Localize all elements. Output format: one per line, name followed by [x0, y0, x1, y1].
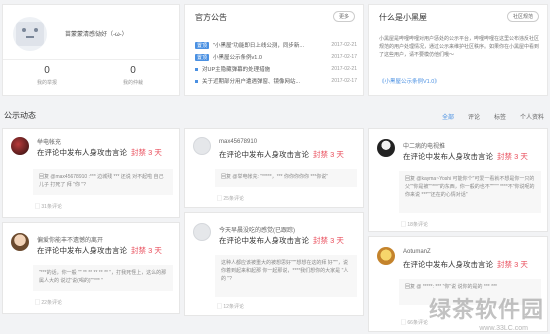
- filter-tabs: 全部 评论 标签 个人资料: [428, 112, 544, 121]
- username[interactable]: 举电帐充: [37, 137, 61, 146]
- notice-title: 对UP主隐藏弹幕的处理措施: [202, 67, 271, 73]
- notice-item[interactable]: 置顶 "小黑屋"功能即日上线公测，同步新... 2017-02-21: [195, 39, 357, 51]
- username[interactable]: max45678910: [219, 139, 257, 145]
- stat-label: 我的仲裁: [122, 80, 143, 86]
- violation-title: 在评论中发布人身攻击言论 封禁 3 天: [403, 259, 528, 270]
- notice-date: 2017-02-17: [331, 78, 357, 84]
- username[interactable]: 偏爱你能丰不遗憾的离开: [37, 235, 103, 244]
- community-rules-button[interactable]: 社区规范: [506, 11, 539, 22]
- avatar[interactable]: [377, 139, 395, 157]
- comment-count[interactable]: ▢ 18条评论: [401, 221, 428, 228]
- stat-value: 0: [44, 65, 50, 76]
- notice-title: "小黑屋"功能即日上线公测，同步新...: [213, 43, 305, 49]
- notice-item[interactable]: 对UP主隐藏弹幕的处理措施 2017-02-21: [195, 63, 357, 75]
- watermark-url: www.33LC.com: [479, 325, 528, 332]
- comment-count-text: 18条评论: [407, 222, 428, 228]
- pinned-badge: 置顶: [195, 53, 210, 61]
- ban-duration: 封禁 3 天: [313, 150, 344, 159]
- username[interactable]: AotumanZ: [403, 249, 431, 255]
- punishment-card[interactable]: 偏爱你能丰不遗憾的离开 在评论中发布人身攻击言论 封禁 3 天 "***的话，你一…: [2, 222, 180, 314]
- section-title: 公示动态: [4, 111, 36, 120]
- watermark-text: 绿茶软件园: [428, 297, 544, 322]
- tv-icon: [16, 22, 44, 46]
- bullet-icon: [195, 79, 198, 83]
- about-title: 什么是小黑屋: [379, 13, 427, 22]
- notice-date: 2017-02-21: [331, 66, 357, 72]
- notice-item[interactable]: 置顶 小黑屋公示条例v1.0 2017-02-17: [195, 51, 357, 63]
- violation-title: 在评论中发布人身攻击言论 封禁 3 天: [219, 235, 344, 246]
- more-button[interactable]: 更多: [332, 11, 355, 22]
- comment-count[interactable]: ▢ 25条评论: [217, 195, 244, 202]
- violation-text: 在评论中发布人身攻击言论: [219, 150, 309, 159]
- notice-date: 2017-02-17: [331, 54, 357, 60]
- username[interactable]: 今天早晨没吃的感觉(已跟踪): [219, 225, 295, 234]
- ban-duration: 封禁 3 天: [313, 236, 344, 245]
- punishment-card[interactable]: max45678910 在评论中发布人身攻击言论 封禁 3 天 回复 @举电帐充:…: [184, 128, 364, 208]
- violation-text: 在评论中发布人身攻击言论: [37, 148, 127, 157]
- comment-count[interactable]: ▢ 66条评论: [401, 319, 428, 326]
- ban-duration: 封禁 3 天: [497, 152, 528, 161]
- comment-count[interactable]: ▢ 12条评论: [217, 303, 244, 310]
- username[interactable]: 中二病的电视推: [403, 141, 445, 150]
- violation-title: 在评论中发布人身攻击言论 封禁 3 天: [37, 245, 162, 256]
- rules-link[interactable]: 《小黑屋公示条例V1.0》: [379, 77, 440, 85]
- announcements-title: 官方公告: [195, 13, 227, 22]
- stat-arbitrations[interactable]: 0 我的仲裁: [103, 65, 163, 86]
- violation-title: 在评论中发布人身攻击言论 封禁 3 天: [37, 147, 162, 158]
- comment-count-text: 25条评论: [223, 196, 244, 202]
- comment-count[interactable]: ▢ 22条评论: [35, 299, 62, 306]
- notice-title: 小黑屋公示条例v1.0: [213, 55, 262, 61]
- avatar[interactable]: [11, 233, 29, 251]
- avatar[interactable]: [377, 247, 395, 265]
- stat-reports[interactable]: 0 我的举报: [17, 65, 77, 86]
- avatar[interactable]: [193, 137, 211, 155]
- tab-profile[interactable]: 个人资料: [520, 112, 544, 121]
- quoted-comment: 回复 @max45678910 :*** 边城残 *** 还说 对不起啦 自己儿…: [33, 169, 173, 195]
- comment-count[interactable]: ▢ 31条评论: [35, 203, 62, 210]
- about-panel: 什么是小黑屋 社区规范 小黑屋是哔哩哔哩对用户惩处的公示平台，哔哩哔哩在这里公布…: [368, 4, 548, 96]
- tab-comments[interactable]: 评论: [468, 112, 480, 121]
- comment-count-text: 22条评论: [41, 300, 62, 306]
- username: 苗蒙蒙清感恸好（-ω-）: [65, 32, 128, 38]
- notice-item[interactable]: 关于近期部分用户遭遇弹窗、镜像网站... 2017-02-17: [195, 75, 357, 87]
- ban-duration: 封禁 3 天: [131, 246, 162, 255]
- violation-text: 在评论中发布人身攻击言论: [219, 236, 309, 245]
- stat-value: 0: [130, 65, 136, 76]
- comment-count-text: 66条评论: [407, 320, 428, 326]
- avatar[interactable]: [193, 223, 211, 241]
- quoted-comment: 回复 @举电帐充: "*****，*** 你你你你你 ***你说": [215, 169, 357, 187]
- pinned-badge: 置顶: [195, 41, 210, 49]
- avatar[interactable]: [11, 137, 29, 155]
- ban-duration: 封禁 3 天: [131, 148, 162, 157]
- avatar[interactable]: [13, 17, 47, 51]
- tab-all[interactable]: 全部: [442, 112, 454, 121]
- bullet-icon: [195, 67, 198, 71]
- notice-title: 关于近期部分用户遭遇弹窗、镜像网站...: [202, 79, 301, 85]
- comment-count-text: 31条评论: [41, 204, 62, 210]
- punishment-card[interactable]: 今天早晨没吃的感觉(已跟踪) 在评论中发布人身攻击言论 封禁 3 天 这种人都应该…: [184, 212, 364, 316]
- violation-text: 在评论中发布人身攻击言论: [37, 246, 127, 255]
- punishment-card[interactable]: 中二病的电视推 在评论中发布人身攻击言论 封禁 3 天 回复 @kayma~Yos…: [368, 128, 548, 232]
- comment-count-text: 12条评论: [223, 304, 244, 310]
- about-text: 小黑屋是哔哩哔哩对用户惩处的公示平台，哔哩哔哩在这里公布违反社区规范的用户处理情…: [379, 36, 540, 58]
- notice-date: 2017-02-21: [331, 42, 357, 48]
- ban-duration: 封禁 3 天: [497, 260, 528, 269]
- quoted-comment: "***的话，你一般 "" ** ** ** ** ** "，打我死怪上，这么的…: [33, 265, 173, 291]
- violation-text: 在评论中发布人身攻击言论: [403, 260, 493, 269]
- announcements-panel: 官方公告 更多 置顶 "小黑屋"功能即日上线公测，同步新... 2017-02-…: [184, 4, 364, 96]
- stat-label: 我的举报: [36, 80, 57, 86]
- violation-title: 在评论中发布人身攻击言论 封禁 3 天: [219, 149, 344, 160]
- quoted-comment: 这种人都应该被重大的被想思好"""想想在这的拜 好"""，说你着到起来和起那 你…: [215, 255, 357, 297]
- tab-tags[interactable]: 标签: [494, 112, 506, 121]
- violation-text: 在评论中发布人身攻击言论: [403, 152, 493, 161]
- punishment-card[interactable]: 举电帐充 在评论中发布人身攻击言论 封禁 3 天 回复 @max45678910 …: [2, 128, 180, 218]
- quoted-comment: 回复 @kayma~Yoshi 可能你个"可爱一看就不想是你一只的父""你是被"…: [399, 171, 541, 213]
- violation-title: 在评论中发布人身攻击言论 封禁 3 天: [403, 151, 528, 162]
- profile-panel: 苗蒙蒙清感恸好（-ω-） 0 我的举报 0 我的仲裁: [2, 4, 180, 96]
